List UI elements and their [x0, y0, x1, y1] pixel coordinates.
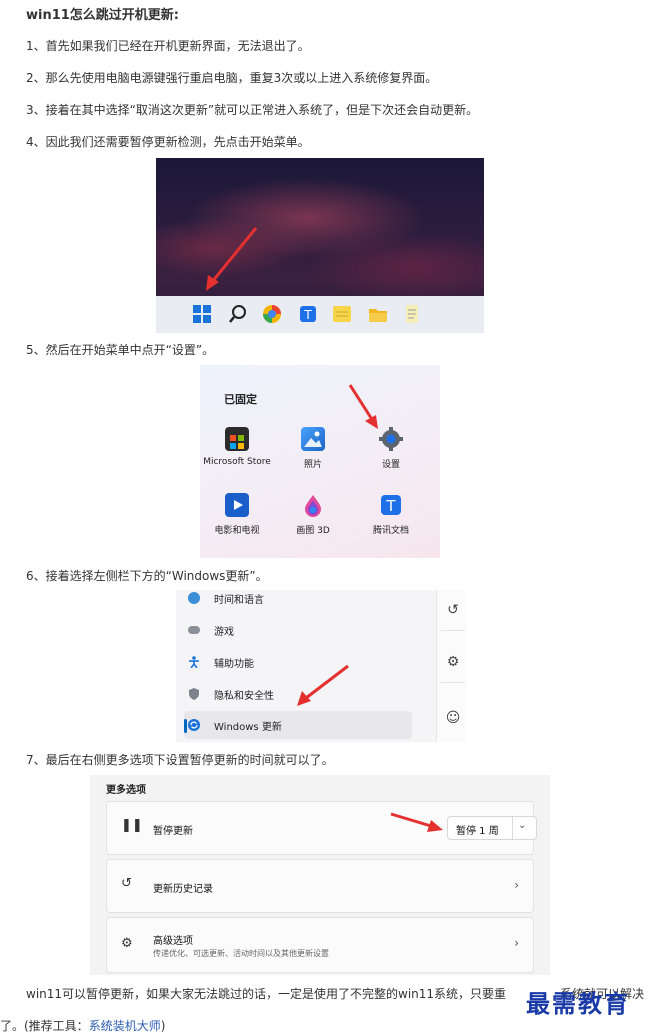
history-icon[interactable]: ↺: [441, 590, 465, 631]
advanced-options-card[interactable]: ⚙ 高级选项 传递优化、可选更新、活动时间以及其他更新设置 ›: [106, 917, 534, 973]
cat-icon[interactable]: ☺: [441, 698, 465, 738]
conclusion-suffix: ): [160, 1019, 166, 1033]
chevron-down-icon[interactable]: ⌄: [518, 820, 526, 831]
recommended-tool-link[interactable]: 系统装机大师: [89, 1019, 161, 1033]
advanced-label: 高级选项: [153, 936, 193, 947]
chevron-right-icon: ›: [514, 878, 519, 892]
selection-indicator: [184, 719, 187, 733]
gear-icon[interactable]: ⚙: [441, 642, 465, 683]
nav-item-time-language[interactable]: 时间和语言: [184, 590, 412, 612]
app-label: 画图 3D: [296, 526, 330, 536]
app-label: 电影和电视: [214, 526, 260, 536]
nav-item-privacy[interactable]: 隐私和安全性: [184, 680, 412, 708]
search-icon[interactable]: [228, 304, 248, 324]
app-label: Microsoft Store: [203, 457, 271, 467]
pause-label: 暂停更新: [153, 826, 193, 837]
step-7: 7、最后在右侧更多选项下设置暂停更新的时间就可以了。: [26, 753, 334, 767]
paint3d-icon: [301, 493, 325, 517]
app-microsoft-store[interactable]: Microsoft Store: [202, 427, 272, 467]
pause-duration-value: 暂停 1 周: [456, 826, 499, 837]
chevron-right-icon: ›: [514, 936, 519, 950]
clock-globe-icon: [188, 592, 200, 604]
gamepad-icon: [188, 626, 200, 634]
notes-icon[interactable]: [332, 304, 352, 324]
taskbar: T: [156, 296, 484, 333]
app-label: 腾讯文档: [372, 526, 409, 536]
folder-icon[interactable]: [368, 304, 388, 324]
notepad-icon[interactable]: [402, 304, 422, 324]
update-icon: [188, 719, 200, 731]
accessibility-icon: [188, 656, 200, 669]
movies-icon: [225, 493, 249, 517]
conclusion-line-1: win11可以暂停更新，如果大家无法跳过的话，一定是使用了不完整的win11系统…: [26, 987, 507, 1001]
nav-item-gaming[interactable]: 游戏: [184, 616, 412, 644]
pause-icon: ❚❚: [121, 818, 143, 833]
history-label: 更新历史记录: [153, 884, 213, 895]
desktop-screenshot: T: [156, 158, 484, 333]
more-options-heading: 更多选项: [106, 785, 146, 796]
step-1: 1、首先如果我们已经在开机更新界面，无法退出了。: [26, 39, 310, 53]
nav-item-windows-update[interactable]: Windows 更新: [184, 711, 412, 739]
app-label: 设置: [381, 460, 400, 470]
tencent-docs-icon: T: [379, 493, 403, 517]
gear-icon: ⚙: [121, 936, 133, 951]
pause-arrow: [390, 812, 443, 832]
app-label: 照片: [303, 460, 322, 470]
tencent-docs-icon[interactable]: T: [298, 304, 318, 324]
svg-text:T: T: [303, 308, 312, 322]
conclusion-prefix: 了。(推荐工具：: [0, 1019, 89, 1033]
photos-icon: [301, 427, 325, 451]
right-column: ↺ ⚙ ☺: [436, 590, 466, 742]
step-4: 4、因此我们还需要暂停更新检测，先点击开始菜单。: [26, 135, 310, 149]
advanced-sub: 传递优化、可选更新、活动时间以及其他更新设置: [153, 949, 329, 958]
shield-icon: [188, 688, 200, 700]
app-photos[interactable]: 照片: [278, 427, 348, 470]
more-options-screenshot: 更多选项 ❚❚ 暂停更新 暂停 1 周 ⌄ ↺ 更新历史记录 › ⚙ 高级选项 …: [90, 775, 550, 975]
store-icon: [225, 427, 249, 451]
app-movies-tv[interactable]: 电影和电视: [202, 493, 272, 536]
pause-duration-select[interactable]: 暂停 1 周 ⌄: [447, 816, 537, 840]
svg-text:T: T: [385, 497, 396, 515]
step-5: 5、然后在开始菜单中点开“设置”。: [26, 343, 215, 357]
start-menu-screenshot: 已固定 Microsoft Store 照片 设置 电影和电视 画图 3D T …: [200, 365, 440, 558]
pinned-heading: 已固定: [224, 393, 257, 406]
step-3: 3、接着在其中选择“取消这次更新”就可以正常进入系统了，但是下次还会自动更新。: [26, 103, 479, 117]
step-6: 6、接着选择左侧栏下方的“Windows更新”。: [26, 569, 268, 583]
settings-sidebar-screenshot: 时间和语言 游戏 辅助功能 隐私和安全性 Windows 更新 ↺ ⚙ ☺: [176, 590, 466, 742]
app-paint3d[interactable]: 画图 3D: [278, 493, 348, 536]
update-history-card[interactable]: ↺ 更新历史记录 ›: [106, 859, 534, 913]
app-settings[interactable]: 设置: [356, 427, 426, 470]
windows-start-icon[interactable]: [192, 304, 212, 324]
settings-gear-icon: [379, 427, 403, 451]
app-tencent-docs[interactable]: T 腾讯文档: [356, 493, 426, 536]
pause-updates-card: ❚❚ 暂停更新 暂停 1 周 ⌄: [106, 801, 537, 855]
browser-icon[interactable]: [262, 304, 282, 324]
watermark-logo: 最需教育: [526, 989, 630, 1018]
nav-item-accessibility[interactable]: 辅助功能: [184, 648, 412, 676]
conclusion-line-2: 了。(推荐工具：系统装机大师): [0, 1018, 165, 1034]
select-divider: [512, 817, 513, 839]
history-icon: ↺: [121, 876, 132, 891]
step-2: 2、那么先使用电脑电源键强行重启电脑，重复3次或以上进入系统修复界面。: [26, 71, 438, 85]
article-title: win11怎么跳过开机更新:: [26, 8, 180, 23]
